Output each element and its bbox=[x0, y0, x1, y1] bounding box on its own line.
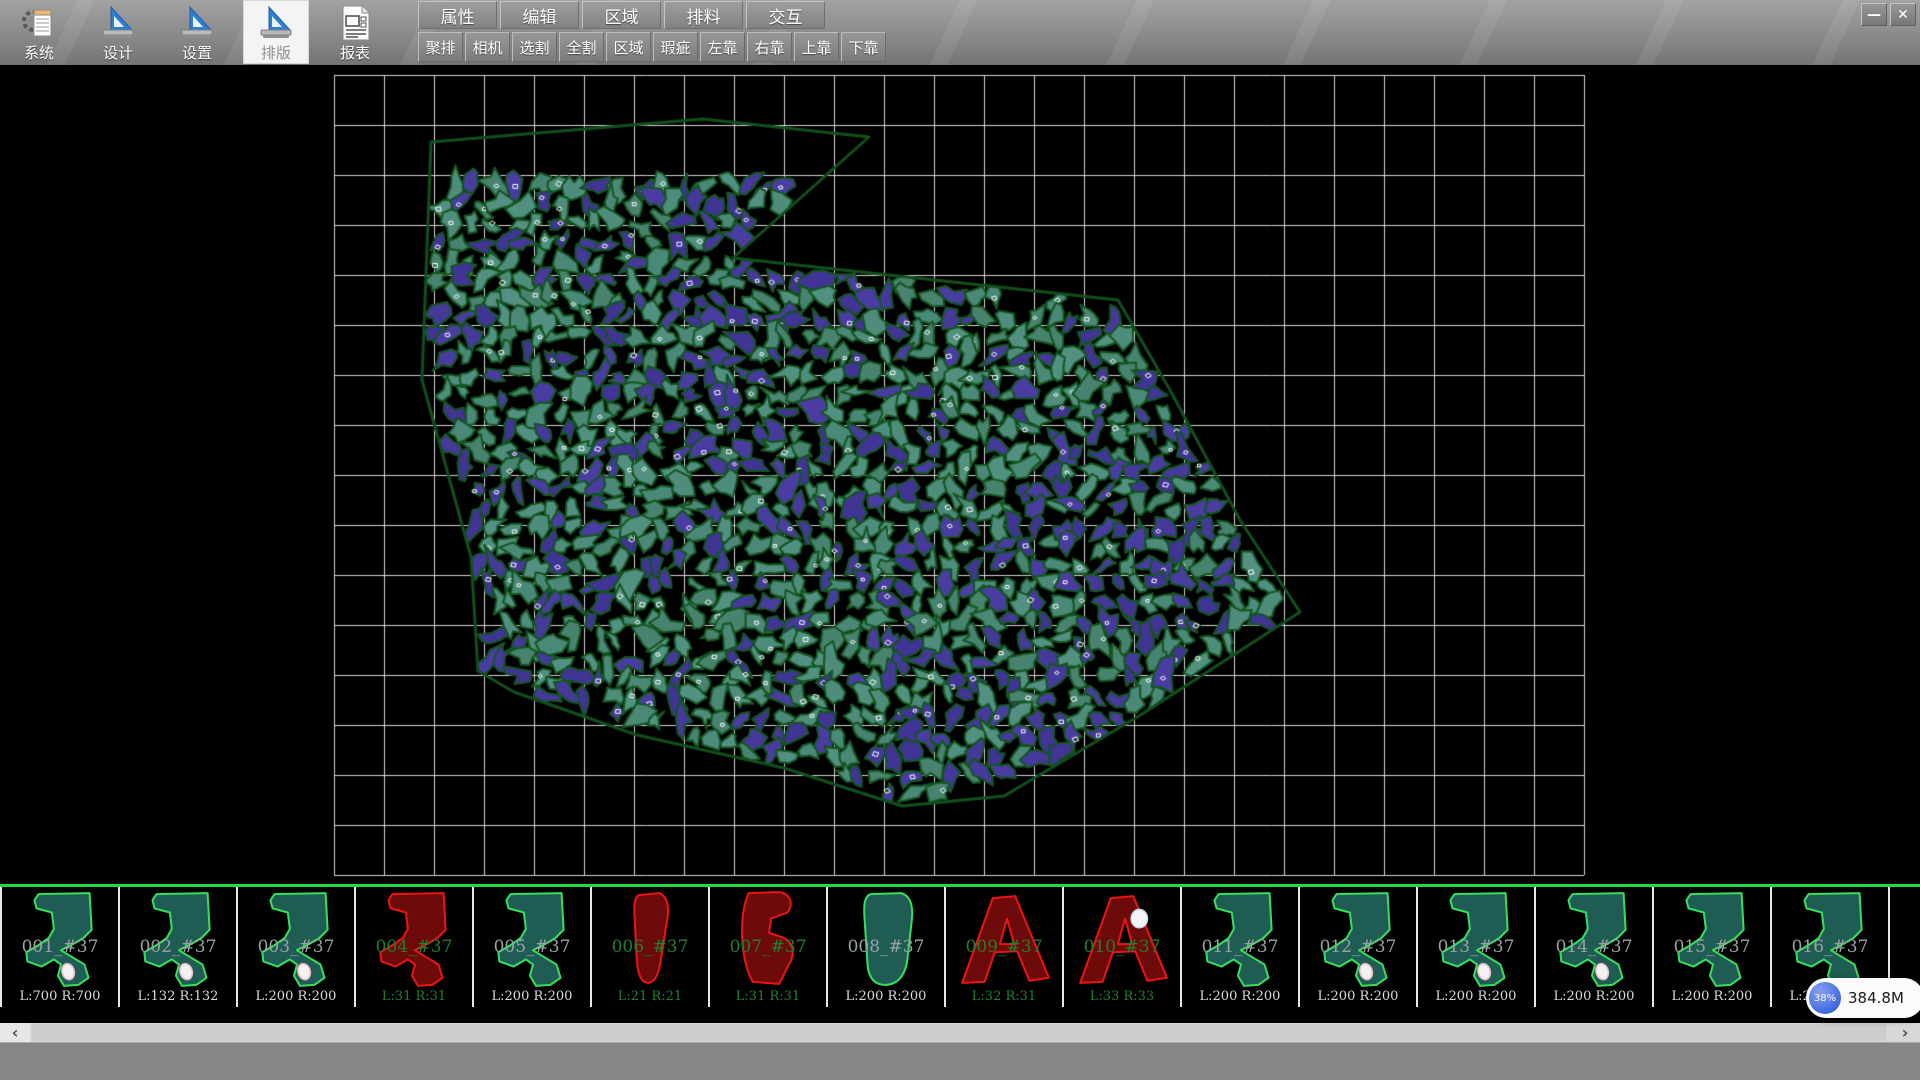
part-name: 012_#37 bbox=[1300, 937, 1416, 957]
part-thumbnail-5[interactable]: 005_#37 L:200 R:200 bbox=[474, 887, 592, 1007]
menu-button-5[interactable]: 交互 bbox=[746, 1, 825, 29]
part-thumbnail-3[interactable]: 003_#37 L:200 R:200 bbox=[238, 887, 356, 1007]
part-count: L:31 R:31 bbox=[710, 989, 826, 1004]
part-count: L:200 R:200 bbox=[1654, 989, 1770, 1004]
part-name: 001_#37 bbox=[2, 937, 118, 957]
app-button-4[interactable]: 排版 bbox=[243, 0, 309, 64]
part-name: 007_#37 bbox=[710, 937, 826, 957]
cpu-percent-badge: 38% bbox=[1809, 982, 1841, 1014]
scroll-right-arrow-icon[interactable]: › bbox=[1890, 1023, 1920, 1042]
top-toolbar: 系统设计设置排版报表 属性编辑区域排料交互 聚排相机选割全割区域瑕疵左靠右靠上靠… bbox=[0, 0, 1920, 66]
part-thumbnail-11[interactable]: 011_#37 L:200 R:200 bbox=[1182, 887, 1300, 1007]
application-window: 系统设计设置排版报表 属性编辑区域排料交互 聚排相机选割全割区域瑕疵左靠右靠上靠… bbox=[0, 0, 1920, 1080]
report-icon bbox=[336, 4, 374, 42]
menu-button-1[interactable]: 属性 bbox=[418, 1, 497, 29]
app-button-5[interactable]: 报表 bbox=[322, 0, 388, 64]
tool-button-4[interactable]: 全割 bbox=[559, 32, 604, 62]
part-name: 010_#37 bbox=[1064, 937, 1180, 957]
part-count: L:200 R:200 bbox=[1418, 989, 1534, 1004]
part-count: L:132 R:132 bbox=[120, 989, 236, 1004]
tool-button-1[interactable]: 聚排 bbox=[418, 32, 463, 62]
horizontal-scrollbar[interactable]: ‹ › bbox=[0, 1023, 1920, 1042]
tool-button-7[interactable]: 左靠 bbox=[700, 32, 745, 62]
app-button-3[interactable]: 设置 bbox=[164, 0, 230, 64]
app-button-label: 报表 bbox=[340, 44, 370, 62]
menu-button-4[interactable]: 排料 bbox=[664, 1, 743, 29]
app-button-label: 系统 bbox=[24, 44, 54, 62]
menu-button-3[interactable]: 区域 bbox=[582, 1, 661, 29]
part-count: L:200 R:200 bbox=[828, 989, 944, 1004]
part-name: 015_#37 bbox=[1654, 937, 1770, 957]
part-name: 008_#37 bbox=[828, 937, 944, 957]
tool-button-5[interactable]: 区域 bbox=[606, 32, 651, 62]
part-name: 009_#37 bbox=[946, 937, 1062, 957]
tool-button-3[interactable]: 选割 bbox=[512, 32, 557, 62]
part-thumbnail-14[interactable]: 014_#37 L:200 R:200 bbox=[1536, 887, 1654, 1007]
part-name: 013_#37 bbox=[1418, 937, 1534, 957]
part-thumbnail-2[interactable]: 002_#37 L:132 R:132 bbox=[120, 887, 238, 1007]
scrollbar-thumb[interactable] bbox=[32, 1024, 1886, 1041]
status-bar bbox=[0, 1042, 1920, 1080]
cpu-percent-value: 38% bbox=[1814, 993, 1836, 1004]
menu-button-2[interactable]: 编辑 bbox=[500, 1, 579, 29]
part-count: L:200 R:200 bbox=[1536, 989, 1652, 1004]
part-thumbnail-8[interactable]: 008_#37 L:200 R:200 bbox=[828, 887, 946, 1007]
part-thumbnail-13[interactable]: 013_#37 L:200 R:200 bbox=[1418, 887, 1536, 1007]
app-button-label: 设计 bbox=[103, 44, 133, 62]
nesting-icon bbox=[257, 4, 295, 42]
part-count: L:21 R:21 bbox=[592, 989, 708, 1004]
close-button[interactable]: ✕ bbox=[1890, 3, 1916, 26]
parts-strip: 001_#37L:700 R:700002_#37L:132 R:132003_… bbox=[0, 887, 1920, 1007]
app-mode-buttons: 系统 设计 设置 排版 报表 bbox=[6, 0, 401, 64]
scroll-left-arrow-icon[interactable]: ‹ bbox=[0, 1023, 30, 1042]
settings-icon bbox=[178, 4, 216, 42]
part-count: L:32 R:31 bbox=[946, 989, 1062, 1004]
part-count: L:200 R:200 bbox=[238, 989, 354, 1004]
part-thumbnail-1[interactable]: 001_#37 L:700 R:700 bbox=[2, 887, 120, 1007]
memory-usage-overlay: 38% 384.8M bbox=[1806, 978, 1920, 1018]
part-count: L:200 R:200 bbox=[474, 989, 590, 1004]
part-count: L:700 R:700 bbox=[2, 989, 118, 1004]
part-thumbnail-12[interactable]: 012_#37 L:200 R:200 bbox=[1300, 887, 1418, 1007]
tool-button-2[interactable]: 相机 bbox=[465, 32, 510, 62]
part-name: 002_#37 bbox=[120, 937, 236, 957]
tool-button-9[interactable]: 上靠 bbox=[794, 32, 839, 62]
nesting-canvas[interactable] bbox=[0, 65, 1920, 884]
part-count: L:200 R:200 bbox=[1182, 989, 1298, 1004]
part-thumbnail-10[interactable]: 010_#37 L:33 R:33 bbox=[1064, 887, 1182, 1007]
part-name: 005_#37 bbox=[474, 937, 590, 957]
part-name: 004_#37 bbox=[356, 937, 472, 957]
tool-button-6[interactable]: 瑕疵 bbox=[653, 32, 698, 62]
system-icon bbox=[20, 4, 58, 42]
tool-button-8[interactable]: 右靠 bbox=[747, 32, 792, 62]
tool-button-10[interactable]: 下靠 bbox=[841, 32, 886, 62]
part-name: 011_#37 bbox=[1182, 937, 1298, 957]
memory-value: 384.8M bbox=[1848, 978, 1904, 1018]
minimize-button[interactable]: — bbox=[1861, 3, 1887, 26]
app-button-2[interactable]: 设计 bbox=[85, 0, 151, 64]
app-button-1[interactable]: 系统 bbox=[6, 0, 72, 64]
part-name: 006_#37 bbox=[592, 937, 708, 957]
design-icon bbox=[99, 4, 137, 42]
part-name: 014_#37 bbox=[1536, 937, 1652, 957]
part-name: 003_#37 bbox=[238, 937, 354, 957]
part-thumbnail-4[interactable]: 004_#37 L:31 R:31 bbox=[356, 887, 474, 1007]
app-button-label: 排版 bbox=[261, 44, 291, 62]
part-thumbnail-6[interactable]: 006_#37 L:21 R:21 bbox=[592, 887, 710, 1007]
part-thumbnail-7[interactable]: 007_#37 L:31 R:31 bbox=[710, 887, 828, 1007]
app-button-label: 设置 bbox=[182, 44, 212, 62]
window-controls: — ✕ bbox=[1861, 3, 1916, 26]
tools-row: 聚排相机选割全割区域瑕疵左靠右靠上靠下靠 bbox=[418, 32, 888, 62]
part-name: 016_#37 bbox=[1772, 937, 1888, 957]
part-thumbnail-9[interactable]: 009_#37 L:32 R:31 bbox=[946, 887, 1064, 1007]
part-count: L:31 R:31 bbox=[356, 989, 472, 1004]
menu-row: 属性编辑区域排料交互 bbox=[418, 1, 828, 29]
part-thumbnail-15[interactable]: 015_#37 L:200 R:200 bbox=[1654, 887, 1772, 1007]
part-count: L:200 R:200 bbox=[1300, 989, 1416, 1004]
part-count: L:33 R:33 bbox=[1064, 989, 1180, 1004]
